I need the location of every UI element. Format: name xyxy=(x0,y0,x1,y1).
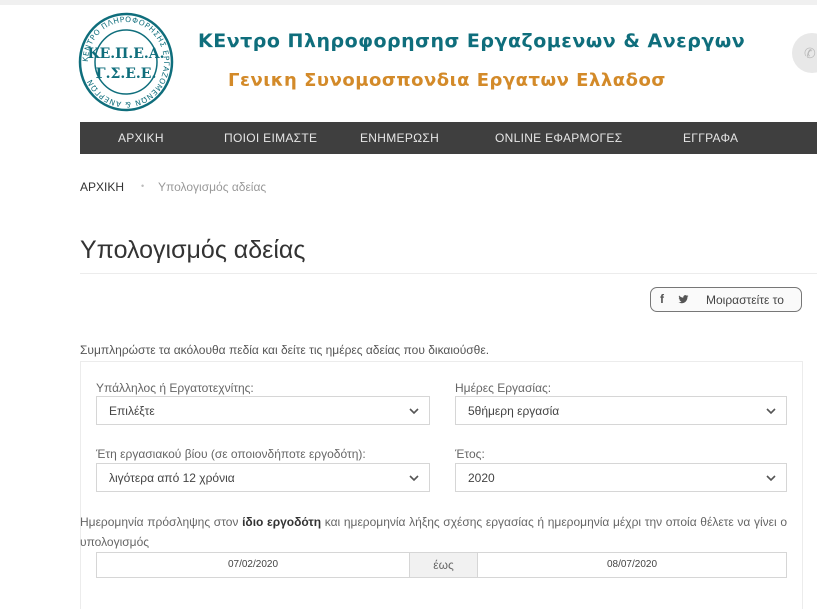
title-divider xyxy=(80,273,817,274)
nav-item-online-apps[interactable]: ONLINE ΕΦΑΡΜΟΓΕΣ xyxy=(495,122,622,154)
dates-text-pre: Ημερομηνία πρόσληψης στον xyxy=(80,515,239,529)
breadcrumb-home[interactable]: ΑΡΧΙΚΗ xyxy=(80,180,124,194)
phone-icon[interactable]: ✆ xyxy=(792,33,817,73)
year-select[interactable]: 2020 xyxy=(455,463,787,492)
dates-description: Ημερομηνία πρόσληψης στον ίδιο εργοδότη … xyxy=(80,512,787,552)
top-bar xyxy=(0,0,817,5)
share-button[interactable]: f Μοιραστείτε το xyxy=(650,287,802,312)
date-from-input[interactable]: 07/02/2020 xyxy=(97,553,409,577)
date-to-input[interactable]: 08/07/2020 xyxy=(478,553,786,577)
year-label: Έτος: xyxy=(455,447,485,461)
breadcrumb-separator: • xyxy=(141,181,145,191)
breadcrumb-current: Υπολογισμός αδείας xyxy=(158,180,267,194)
facebook-icon[interactable]: f xyxy=(660,292,664,306)
nav-item-about[interactable]: ΠΟΙΟΙ ΕΙΜΑΣΤΕ xyxy=(224,122,317,154)
date-range-separator: έως xyxy=(409,553,478,577)
chevron-down-icon xyxy=(409,408,419,415)
date-range: 07/02/2020 έως 08/07/2020 xyxy=(96,552,787,578)
work-days-select[interactable]: 5θήμερη εργασία xyxy=(455,396,787,425)
dates-text-bold: ίδιο εργοδότη xyxy=(242,515,322,529)
chevron-down-icon xyxy=(766,475,776,482)
page-title: Υπολογισμός αδείας xyxy=(80,236,306,264)
logo-line2: Γ.Σ.Ε.Ε. xyxy=(96,66,157,82)
year-value: 2020 xyxy=(468,471,495,485)
nav-item-home[interactable]: ΑΡΧΙΚΗ xyxy=(118,122,164,154)
employee-type-select[interactable]: Επιλέξτε xyxy=(96,396,430,425)
site-title[interactable]: ΚΕντρο Πληροφορησησ Εργαζομενων & Ανεργω… xyxy=(198,30,745,52)
chevron-down-icon xyxy=(409,475,419,482)
share-label: Μοιραστείτε το xyxy=(706,293,784,307)
work-days-value: 5θήμερη εργασία xyxy=(468,404,560,418)
nav-item-documents[interactable]: ΕΓΓΡΑΦΑ xyxy=(683,122,738,154)
work-days-label: Ημέρες Εργασίας: xyxy=(455,381,552,395)
nav-item-news[interactable]: ΕΝΗΜΕΡΩΣΗ xyxy=(360,122,439,154)
employee-type-label: Υπάλληλος ή Εργατοτεχνίτης: xyxy=(96,381,254,395)
site-subtitle: Γενικη Συνομοσπονδια Εργατων Ελλαδοσ xyxy=(228,70,666,91)
form-intro: Συμπληρώστε τα ακόλουθα πεδία και δείτε … xyxy=(80,343,490,357)
chevron-down-icon xyxy=(766,408,776,415)
years-worked-select[interactable]: λιγότερα από 12 χρόνια xyxy=(96,463,430,492)
site-logo[interactable]: ΚΕΝΤΡΟ ΠΛΗΡΟΦΟΡΗΣΗΣ ΕΡΓΑΖΟΜΕΝΩΝ & ΑΝΕΡΓΩ… xyxy=(78,12,174,112)
employee-type-value: Επιλέξτε xyxy=(109,404,155,418)
main-nav: ΑΡΧΙΚΗ ΠΟΙΟΙ ΕΙΜΑΣΤΕ ΕΝΗΜΕΡΩΣΗ ONLINE ΕΦ… xyxy=(80,122,817,154)
years-worked-label: Έτη εργασιακού βίου (σε οποιονδήποτε εργ… xyxy=(96,447,366,461)
logo-line1: ΚΕ.Π.Ε.Α. xyxy=(87,46,164,62)
years-worked-value: λιγότερα από 12 χρόνια xyxy=(109,471,235,485)
twitter-icon[interactable] xyxy=(678,294,689,305)
